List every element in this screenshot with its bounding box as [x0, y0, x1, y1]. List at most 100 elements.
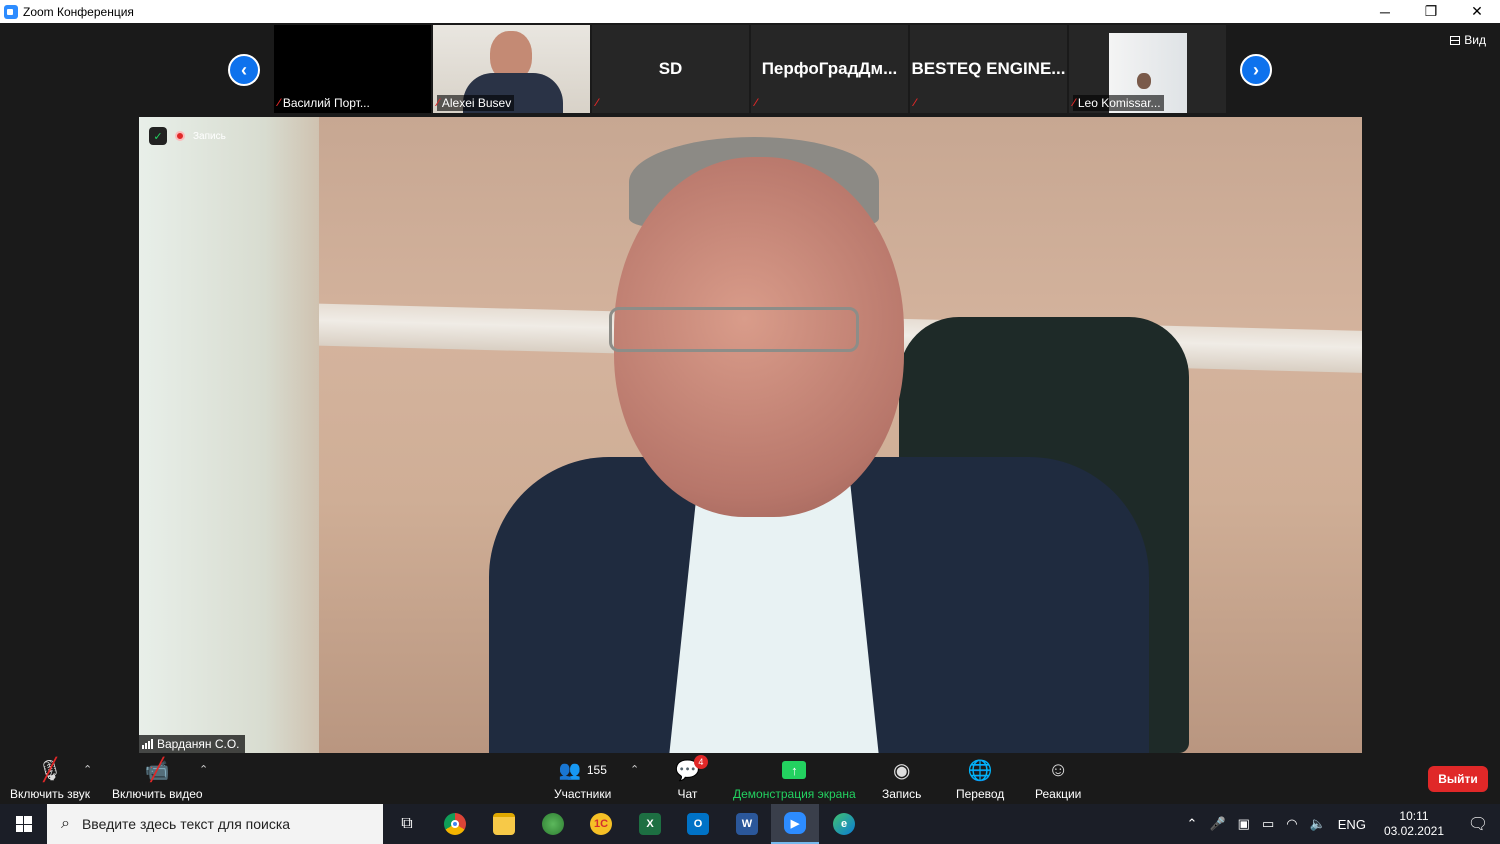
- reactions-button[interactable]: ☺ Реакции: [1035, 757, 1082, 802]
- participants-button[interactable]: 👥 155 Участники: [554, 757, 612, 802]
- participant-tile[interactable]: ⁄ Alexei Busev: [433, 25, 590, 113]
- restore-button[interactable]: ❐: [1408, 0, 1454, 23]
- task-view-button[interactable]: ⧉: [383, 804, 431, 844]
- word-taskbar-button[interactable]: W: [723, 804, 771, 844]
- search-icon: ⌕: [61, 815, 70, 832]
- volume-icon[interactable]: 🔈: [1310, 816, 1326, 832]
- participant-tile[interactable]: ПерфоГрадДм... ⁄: [751, 25, 908, 113]
- chat-unread-badge: 4: [693, 755, 708, 769]
- participant-label: ⁄: [596, 95, 601, 111]
- participant-label: ⁄: [914, 95, 919, 111]
- participants-options-caret-icon[interactable]: ⌃: [630, 763, 639, 776]
- audio-options-caret-icon[interactable]: ⌃: [83, 763, 92, 776]
- battery-icon[interactable]: ▭: [1262, 816, 1274, 832]
- taskbar-search[interactable]: ⌕ Введите здесь текст для поиска: [47, 804, 383, 844]
- grid-view-icon: [1450, 35, 1461, 45]
- 1c-icon: 1С: [590, 813, 612, 835]
- notifications-button[interactable]: 🗨: [1456, 814, 1500, 834]
- translation-label: Перевод: [956, 787, 1005, 801]
- participant-tile[interactable]: ⁄ Василий Порт...: [274, 25, 431, 113]
- search-placeholder: Введите здесь текст для поиска: [81, 816, 291, 832]
- participant-tile[interactable]: BESTEQ ENGINE... ⁄: [910, 25, 1067, 113]
- mic-muted-icon: ⁄: [755, 97, 757, 109]
- 1c-taskbar-button[interactable]: 1С: [577, 804, 625, 844]
- unmute-button[interactable]: 🎙 ╱ Включить звук: [10, 757, 90, 801]
- share-screen-label: Демонстрация экрана: [733, 787, 856, 801]
- encryption-shield-icon[interactable]: ✓: [149, 127, 167, 145]
- participants-icon: 👥 155: [558, 759, 607, 780]
- window-titlebar: Zoom Конференция ─ ❐ ✕: [0, 0, 1500, 23]
- mic-muted-icon: ⁄: [1073, 97, 1075, 109]
- participants-label: Участники: [554, 787, 612, 801]
- tray-app-icon[interactable]: ▣: [1238, 816, 1250, 832]
- globe-app-icon: [542, 813, 564, 835]
- taskbar-clock[interactable]: 10:11 03.02.2021: [1384, 809, 1444, 839]
- prev-page-button[interactable]: ‹: [228, 54, 260, 86]
- participant-label: ⁄ Leo Komissar...: [1073, 95, 1164, 111]
- participants-count: 155: [586, 763, 607, 777]
- meeting-toolbar: 🎙 ╱ Включить звук ⌃ 📹 ╱ Включить видео ⌃ 👥…: [0, 753, 1500, 804]
- word-icon: W: [736, 813, 758, 835]
- share-screen-button[interactable]: ↑ Демонстрация экрана: [733, 757, 856, 801]
- outlook-taskbar-button[interactable]: O: [674, 804, 722, 844]
- maps-taskbar-button[interactable]: [529, 804, 577, 844]
- participant-name: Василий Порт...: [282, 96, 370, 110]
- minimize-button[interactable]: ─: [1362, 0, 1408, 23]
- close-button[interactable]: ✕: [1454, 0, 1500, 23]
- active-speaker-video: ✓ Запись Варданян С.О.: [139, 117, 1362, 753]
- outlook-icon: O: [687, 813, 709, 835]
- participant-tile[interactable]: ⁄ Leo Komissar...: [1069, 25, 1226, 113]
- recording-indicator: ✓ Запись: [149, 127, 226, 145]
- globe-icon: 🌐: [967, 759, 993, 782]
- excel-taskbar-button[interactable]: X: [626, 804, 674, 844]
- windows-logo-icon: [15, 816, 32, 832]
- reactions-label: Реакции: [1035, 787, 1082, 801]
- mic-muted-icon: ⁄: [437, 97, 439, 109]
- participant-label: ⁄ Alexei Busev: [437, 95, 515, 111]
- mic-muted-icon: ⁄: [914, 97, 916, 109]
- edge-taskbar-button[interactable]: e: [820, 804, 868, 844]
- participant-tile[interactable]: SD ⁄: [592, 25, 749, 113]
- participant-name: Alexei Busev: [441, 96, 512, 110]
- chat-button[interactable]: 💬 4 Чат: [675, 755, 708, 801]
- participant-label: ⁄ Василий Порт...: [278, 95, 373, 111]
- active-speaker-label: Варданян С.О.: [139, 735, 245, 753]
- zoom-taskbar-button[interactable]: ▶: [771, 804, 819, 844]
- participant-name: Leo Komissar...: [1077, 96, 1161, 110]
- translation-button[interactable]: 🌐 Перевод: [956, 757, 1005, 802]
- chrome-taskbar-button[interactable]: [431, 804, 479, 844]
- chat-label: Чат: [677, 787, 698, 801]
- record-button[interactable]: ◉ Запись: [882, 757, 921, 802]
- recording-label: Запись: [193, 130, 226, 142]
- recording-dot-icon: [175, 131, 185, 141]
- share-screen-icon: ↑: [782, 761, 807, 779]
- start-button[interactable]: [0, 804, 47, 844]
- start-video-label: Включить видео: [112, 787, 203, 801]
- notification-icon: 🗨: [1467, 816, 1489, 833]
- signal-strength-icon: [142, 739, 153, 749]
- video-options-caret-icon[interactable]: ⌃: [199, 763, 208, 776]
- view-button[interactable]: Вид: [1450, 33, 1486, 47]
- task-view-icon: ⧉: [401, 815, 413, 832]
- participant-center-name: SD: [658, 59, 683, 78]
- view-label: Вид: [1464, 33, 1486, 47]
- excel-icon: X: [639, 813, 661, 835]
- video-off-icon: 📹 ╱: [144, 757, 170, 782]
- wifi-icon[interactable]: ◠: [1286, 816, 1297, 832]
- mic-muted-icon: ⁄: [278, 97, 280, 109]
- clock-date: 03.02.2021: [1383, 824, 1444, 838]
- window-controls: ─ ❐ ✕: [1362, 0, 1500, 23]
- chevron-right-icon: ›: [1253, 59, 1259, 80]
- microphone-icon[interactable]: 🎤: [1209, 816, 1225, 832]
- input-language[interactable]: ENG: [1338, 817, 1366, 832]
- zoom-app-icon: [4, 4, 18, 19]
- zoom-icon: ▶: [784, 812, 806, 834]
- system-tray: ⌃ 🎤 ▣ ▭ ◠ 🔈 ENG 10:11 03.02.2021 🗨: [1181, 804, 1500, 844]
- next-page-button[interactable]: ›: [1240, 54, 1272, 86]
- leave-meeting-button[interactable]: Выйти: [1428, 766, 1488, 792]
- start-video-button[interactable]: 📹 ╱ Включить видео: [112, 757, 203, 801]
- participant-label: ⁄: [755, 95, 760, 111]
- tray-overflow-chevron-icon[interactable]: ⌃: [1187, 816, 1198, 832]
- record-icon: ◉: [892, 759, 911, 782]
- explorer-taskbar-button[interactable]: [480, 804, 528, 844]
